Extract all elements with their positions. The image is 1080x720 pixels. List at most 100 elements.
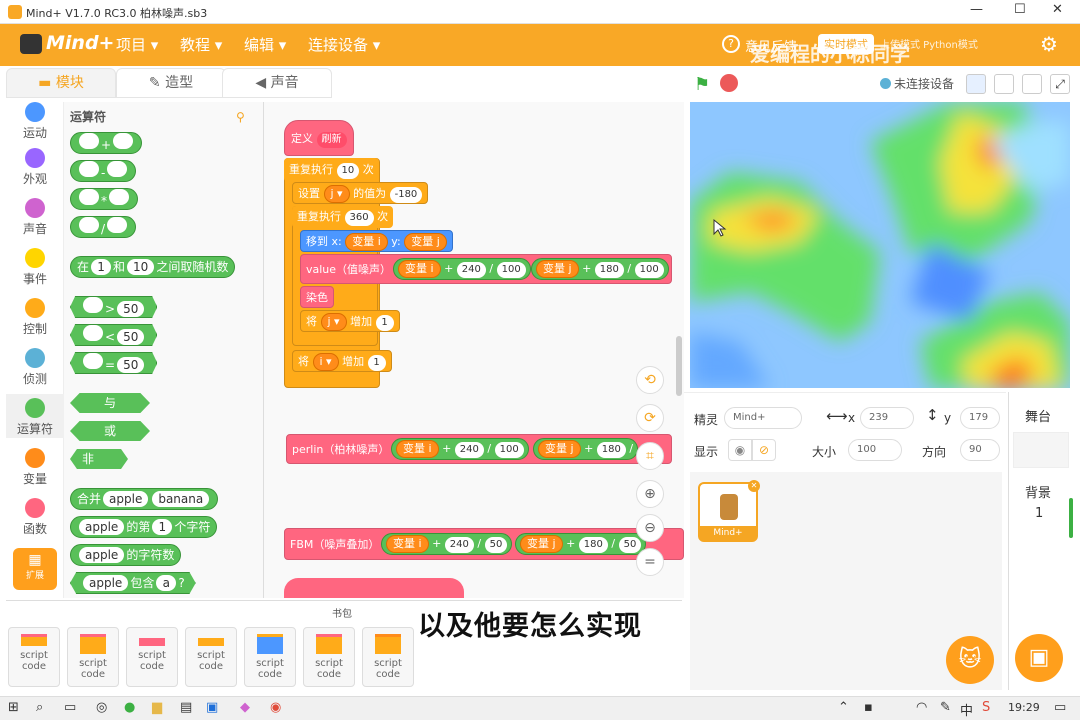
zoom-out-icon[interactable]: ⊖ <box>636 514 664 542</box>
delete-sprite-icon[interactable]: ✕ <box>748 480 760 492</box>
lt-value[interactable]: 50 <box>117 329 145 345</box>
goto-xy-block[interactable]: 移到 x: 变量 i y: 变量 j <box>300 230 453 252</box>
minimize-button[interactable]: — <box>970 2 983 17</box>
panel-scrollbar[interactable] <box>1069 498 1073 538</box>
divide-block[interactable]: / <box>70 216 137 238</box>
contains-b[interactable]: a <box>156 575 177 591</box>
perlin-expr-i-a[interactable]: 240 <box>454 442 484 458</box>
value-expr-i[interactable]: 变量 i + 240 / 100 <box>393 258 531 280</box>
category-operators[interactable]: 运算符 <box>6 394 64 438</box>
folder-icon[interactable]: ▆ <box>152 700 162 715</box>
backpack-item[interactable]: script code <box>303 627 355 687</box>
category-sound[interactable]: 声音 <box>6 198 64 237</box>
value-expr-i-b[interactable]: 100 <box>496 262 526 278</box>
change-j-value[interactable]: 1 <box>375 315 394 331</box>
fbm-noise-call[interactable]: FBM（噪声叠加） 变量 i + 240 / 50 变量 j + 180 / 5… <box>284 528 684 560</box>
tab-blocks[interactable]: ▬ 模块 <box>6 68 116 98</box>
stage-thumb[interactable] <box>1013 432 1069 468</box>
clock-time[interactable]: 19:29 <box>1008 701 1040 714</box>
script-scrollbar[interactable] <box>676 336 682 396</box>
large-stage-icon[interactable] <box>994 74 1014 94</box>
backpack-item[interactable]: script code <box>185 627 237 687</box>
windows-start-icon[interactable]: ⊞ <box>8 700 19 715</box>
tab-costumes[interactable]: ✎ 造型 <box>116 68 226 98</box>
redo-icon[interactable]: ⟳ <box>636 404 664 432</box>
goto-x-var[interactable]: 变量 i <box>345 233 388 251</box>
stage-canvas[interactable] <box>690 102 1070 388</box>
gt-value[interactable]: 50 <box>117 301 145 317</box>
sprite-thumbnail[interactable]: Mind+ ✕ <box>698 480 760 542</box>
size-field[interactable]: 100 <box>848 439 902 461</box>
or-block[interactable]: 或 <box>70 421 150 441</box>
perlin-expr-j[interactable]: 变量 j + 180 / <box>533 438 639 460</box>
contains-block[interactable]: apple 包含 a? <box>70 572 196 594</box>
change-i-dropdown[interactable]: i ▾ <box>312 353 339 371</box>
help-icon[interactable]: ? <box>722 35 740 53</box>
add-block[interactable]: + <box>70 132 143 154</box>
network-icon[interactable]: ◠ <box>916 700 927 715</box>
menu-edit[interactable]: 编辑 ▾ <box>244 34 286 55</box>
value-expr-i-var[interactable]: 变量 i <box>398 260 441 278</box>
stop-button[interactable] <box>720 74 738 92</box>
ime-s-icon[interactable]: S <box>982 700 990 715</box>
value-expr-j-var[interactable]: 变量 j <box>536 260 579 278</box>
show-eye-icon[interactable]: ◉ <box>728 439 752 461</box>
not-block[interactable]: 非 <box>70 449 128 469</box>
sprite-name-field[interactable]: Mind+ <box>724 407 802 429</box>
fbm-expr-i-var[interactable]: 变量 i <box>386 535 429 553</box>
category-events[interactable]: 事件 <box>6 248 64 287</box>
green-flag-icon[interactable]: ⚑ <box>694 74 710 95</box>
category-motion[interactable]: 运动 <box>6 102 64 141</box>
set-var-block[interactable]: 设置 j ▾ 的值为 -180 <box>292 182 429 204</box>
menu-project[interactable]: 项目 ▾ <box>116 34 158 55</box>
value-expr-j-a[interactable]: 180 <box>594 262 624 278</box>
greater-block[interactable]: >50 <box>70 296 158 318</box>
small-stage-icon[interactable] <box>966 74 986 94</box>
change-j-dropdown[interactable]: j ▾ <box>320 313 347 331</box>
category-extensions[interactable]: ▦ 扩展 <box>13 548 57 590</box>
join-a[interactable]: apple <box>103 491 149 507</box>
goto-y-var[interactable]: 变量 j <box>404 233 447 251</box>
letter-of-block[interactable]: apple 的第 1 个字符 <box>70 516 218 538</box>
zoom-in-icon[interactable]: ⊕ <box>636 480 664 508</box>
join-block[interactable]: 合并 apple banana <box>70 488 219 510</box>
length-block[interactable]: apple 的字符数 <box>70 544 182 566</box>
fullscreen-icon[interactable]: ⤢ <box>1050 74 1070 94</box>
random-block[interactable]: 在 1 和 10 之间取随机数 <box>70 256 236 278</box>
wechat-icon[interactable]: ● <box>124 700 135 715</box>
eq-value[interactable]: 50 <box>117 357 145 373</box>
fbm-expr-i-b[interactable]: 50 <box>484 537 508 553</box>
category-control[interactable]: 控制 <box>6 298 64 337</box>
perlin-expr-i-var[interactable]: 变量 i <box>396 440 439 458</box>
and-block[interactable]: 与 <box>70 393 150 413</box>
ime-lang[interactable]: 中 <box>960 700 973 719</box>
repeat-outer-count[interactable]: 10 <box>336 163 360 179</box>
backpack-item[interactable]: script code <box>8 627 60 687</box>
store-icon[interactable]: ▤ <box>180 700 192 715</box>
define-block[interactable]: 定义 刷新 <box>284 120 354 156</box>
repeat-inner-block[interactable]: 重复执行 360 次 <box>292 206 394 228</box>
less-block[interactable]: <50 <box>70 324 158 346</box>
length-a[interactable]: apple <box>79 547 125 563</box>
hide-eye-icon[interactable]: ⊘ <box>752 439 776 461</box>
add-backdrop-button[interactable]: ▣ <box>1015 634 1063 682</box>
repeat-outer-block[interactable]: 重复执行 10 次 <box>284 158 379 182</box>
backpack-item[interactable]: script code <box>244 627 296 687</box>
repeat-inner-count[interactable]: 360 <box>344 210 374 226</box>
fbm-expr-i-a[interactable]: 240 <box>444 537 474 553</box>
layout-stage-icon[interactable] <box>1022 74 1042 94</box>
color-block[interactable]: 染色 <box>300 286 334 308</box>
value-expr-i-a[interactable]: 240 <box>456 262 486 278</box>
backpack-item[interactable]: script code <box>67 627 119 687</box>
tab-sounds[interactable]: ◀ 声音 <box>222 68 332 98</box>
stage-selector-column[interactable]: 舞台 背景 1 ▣ <box>1008 392 1073 690</box>
add-sprite-button[interactable]: 🐱 <box>946 636 994 684</box>
pen-icon[interactable]: ✎ <box>940 700 951 715</box>
browser-icon[interactable]: ◎ <box>96 700 107 715</box>
fbm-expr-j[interactable]: 变量 j + 180 / 50 <box>515 533 647 555</box>
perlin-noise-call[interactable]: perlin（柏林噪声） 变量 i + 240 / 100 变量 j + 180… <box>286 434 672 464</box>
app-active-icon[interactable]: ▣ <box>206 700 218 715</box>
fbm-expr-j-a[interactable]: 180 <box>578 537 608 553</box>
perlin-expr-i-b[interactable]: 100 <box>494 442 524 458</box>
close-button[interactable]: ✕ <box>1052 2 1063 17</box>
